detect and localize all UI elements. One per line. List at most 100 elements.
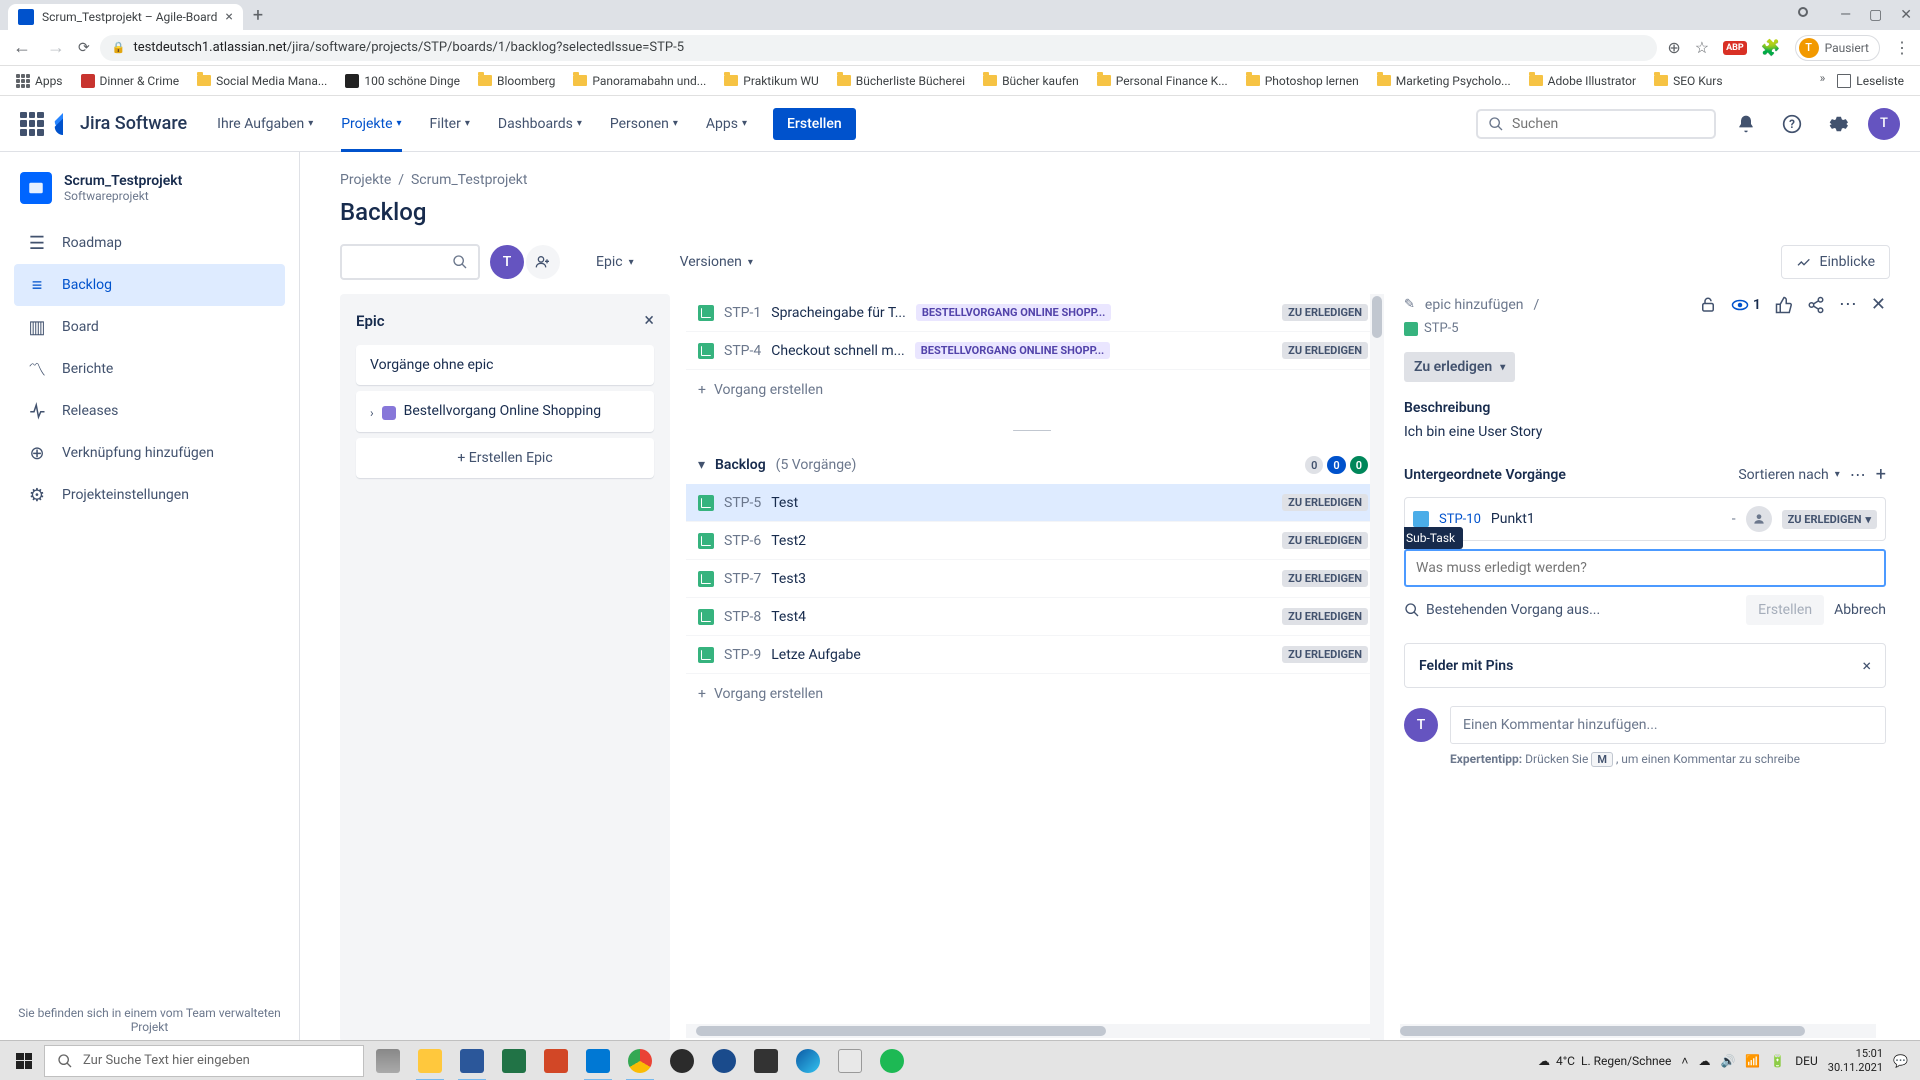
nav-your-work[interactable]: Ihre Aufgaben▾ <box>207 96 323 152</box>
epic-filter[interactable]: Epic▾ <box>586 246 644 278</box>
word-icon[interactable] <box>452 1041 492 1080</box>
versions-filter[interactable]: Versionen▾ <box>670 246 763 278</box>
epic-item-row[interactable]: › Bestellvorgang Online Shopping <box>356 391 654 432</box>
lock-icon[interactable]: 🔒 <box>112 41 126 54</box>
add-subtask-icon[interactable]: + <box>1876 464 1886 485</box>
bookmark-item[interactable]: Panoramabahn und... <box>567 71 712 91</box>
back-button[interactable]: ← <box>10 37 34 58</box>
unlock-icon[interactable] <box>1699 296 1717 314</box>
bookmark-item[interactable]: Dinner & Crime <box>75 71 186 91</box>
issue-status-badge[interactable]: ZU ERLEDIGEN <box>1282 570 1368 587</box>
issue-row[interactable]: STP-7 Test3 ZU ERLEDIGEN <box>686 560 1380 598</box>
backlog-search[interactable] <box>340 244 480 280</box>
subtask-more-icon[interactable]: ⋯ <box>1850 465 1866 484</box>
clock[interactable]: 15:01 30.11.2021 <box>1828 1047 1883 1073</box>
issue-epic-badge[interactable]: BESTELLVORGANG ONLINE SHOPP... <box>915 342 1111 359</box>
issue-epic-badge[interactable]: BESTELLVORGANG ONLINE SHOPP... <box>916 304 1112 321</box>
pinned-fields-section[interactable]: Felder mit Pins × <box>1404 643 1886 688</box>
description-text[interactable]: Ich bin eine User Story <box>1404 424 1886 440</box>
explorer-icon[interactable] <box>410 1041 450 1080</box>
comment-input[interactable]: Einen Kommentar hinzufügen... <box>1450 706 1886 744</box>
sidebar-item-roadmap[interactable]: ☰Roadmap <box>14 222 285 264</box>
scrollbar-thumb[interactable] <box>696 1026 1106 1036</box>
global-search[interactable] <box>1476 109 1716 139</box>
close-epic-panel-icon[interactable]: × <box>644 310 654 331</box>
bookmark-item[interactable]: Photoshop lernen <box>1240 71 1365 91</box>
nav-filters[interactable]: Filter▾ <box>420 96 480 152</box>
nav-people[interactable]: Personen▾ <box>600 96 688 152</box>
star-icon[interactable]: ☆ <box>1695 38 1709 57</box>
notifications-icon[interactable] <box>1730 108 1762 140</box>
subtask-status-dropdown[interactable]: ZU ERLEDIGEN ▾ <box>1782 510 1877 529</box>
browser-menu-icon[interactable]: ⋮ <box>1894 38 1910 57</box>
reload-button[interactable]: ⟳ <box>78 40 90 56</box>
close-window-icon[interactable]: ✕ <box>1900 7 1912 23</box>
weather-widget[interactable]: ☁ 4°C L. Regen/Schnee <box>1538 1054 1671 1068</box>
close-tab-icon[interactable]: × <box>225 9 232 25</box>
browser-tab[interactable]: Scrum_Testprojekt – Agile-Board × <box>8 4 243 30</box>
onedrive-icon[interactable]: ☁ <box>1698 1054 1710 1068</box>
apps-shortcut[interactable]: Apps <box>10 71 69 91</box>
scrollbar-horizontal[interactable] <box>686 1024 1370 1038</box>
breadcrumb-root[interactable]: Projekte <box>340 172 391 188</box>
scrollbar-vertical[interactable] <box>1370 294 1384 1042</box>
subtask-summary-input[interactable] <box>1404 549 1886 587</box>
task-view-icon[interactable] <box>368 1041 408 1080</box>
issue-status-badge[interactable]: ZU ERLEDIGEN <box>1282 304 1368 321</box>
bookmark-item[interactable]: Adobe Illustrator <box>1523 71 1642 91</box>
close-detail-icon[interactable]: ✕ <box>1871 294 1886 315</box>
bookmark-item[interactable]: SEO Kurs <box>1648 71 1728 91</box>
start-button[interactable] <box>4 1041 44 1080</box>
chrome-icon[interactable] <box>620 1041 660 1080</box>
app-icon[interactable] <box>746 1041 786 1080</box>
subtask-create-button[interactable]: Erstellen <box>1746 595 1824 625</box>
notepad-icon[interactable] <box>830 1041 870 1080</box>
issue-row[interactable]: STP-5 Test ZU ERLEDIGEN <box>686 484 1380 522</box>
sidebar-item-reports[interactable]: 〽Berichte <box>14 348 285 390</box>
insights-button[interactable]: Einblicke <box>1781 245 1890 279</box>
subtask-assignee-icon[interactable] <box>1746 506 1772 532</box>
battery-icon[interactable]: 🔋 <box>1770 1054 1785 1068</box>
excel-icon[interactable] <box>494 1041 534 1080</box>
issue-status-badge[interactable]: ZU ERLEDIGEN <box>1282 342 1368 359</box>
issue-row[interactable]: STP-8 Test4 ZU ERLEDIGEN <box>686 598 1380 636</box>
section-drag-handle-icon[interactable]: ⸻ <box>686 410 1380 446</box>
app-icon[interactable] <box>704 1041 744 1080</box>
scrollbar-thumb[interactable] <box>1372 296 1382 338</box>
notifications-tray-icon[interactable]: 💬 <box>1893 1054 1908 1068</box>
assignee-filter-avatar[interactable]: T <box>490 245 524 279</box>
more-actions-icon[interactable]: ⋯ <box>1839 294 1857 315</box>
abp-icon[interactable]: ABP <box>1723 41 1747 55</box>
sidebar-item-settings[interactable]: ⚙Projekteinstellungen <box>14 474 285 516</box>
sidebar-item-board[interactable]: ▥Board <box>14 306 285 348</box>
project-header[interactable]: Scrum_Testprojekt Softwareprojekt <box>14 172 285 204</box>
sidebar-item-releases[interactable]: Releases <box>14 390 285 432</box>
nav-dashboards[interactable]: Dashboards▾ <box>488 96 592 152</box>
account-indicator-icon[interactable] <box>1798 7 1808 17</box>
issue-row[interactable]: STP-6 Test2 ZU ERLEDIGEN <box>686 522 1380 560</box>
zoom-icon[interactable]: ⊕ <box>1667 38 1680 57</box>
issue-row[interactable]: STP-4 Checkout schnell m... BESTELLVORGA… <box>686 332 1380 370</box>
bookmark-item[interactable]: Marketing Psycholo... <box>1371 71 1517 91</box>
powerpoint-icon[interactable] <box>536 1041 576 1080</box>
bookmark-item[interactable]: Bücher kaufen <box>977 71 1085 91</box>
bookmark-item[interactable]: Praktikum WU <box>718 71 824 91</box>
create-issue-button[interactable]: + Vorgang erstellen <box>686 370 1380 410</box>
windows-search[interactable]: Zur Suche Text hier eingeben <box>44 1045 364 1077</box>
subtask-key[interactable]: STP-10 <box>1439 512 1481 527</box>
issue-row[interactable]: STP-9 Letze Aufgabe ZU ERLEDIGEN <box>686 636 1380 674</box>
issue-status-badge[interactable]: ZU ERLEDIGEN <box>1282 608 1368 625</box>
add-people-button[interactable] <box>526 245 560 279</box>
status-dropdown[interactable]: Zu erledigen ▾ <box>1404 352 1515 382</box>
chevron-down-icon[interactable]: ▾ <box>698 457 705 473</box>
reading-list-button[interactable]: Leseliste <box>1831 71 1910 91</box>
issue-status-badge[interactable]: ZU ERLEDIGEN <box>1282 532 1368 549</box>
obs-icon[interactable] <box>662 1041 702 1080</box>
subtask-row[interactable]: STP-10 Punkt1 - ZU ERLEDIGEN ▾ <box>1404 497 1886 541</box>
close-pinned-icon[interactable]: × <box>1862 656 1871 675</box>
issue-key-link[interactable]: STP-5 <box>1404 321 1886 336</box>
scrollbar-thumb[interactable] <box>1400 1026 1805 1036</box>
nav-projects[interactable]: Projekte▾ <box>331 96 411 152</box>
minimize-icon[interactable]: — <box>1840 7 1851 23</box>
bookmark-item[interactable]: Bloomberg <box>472 71 561 91</box>
